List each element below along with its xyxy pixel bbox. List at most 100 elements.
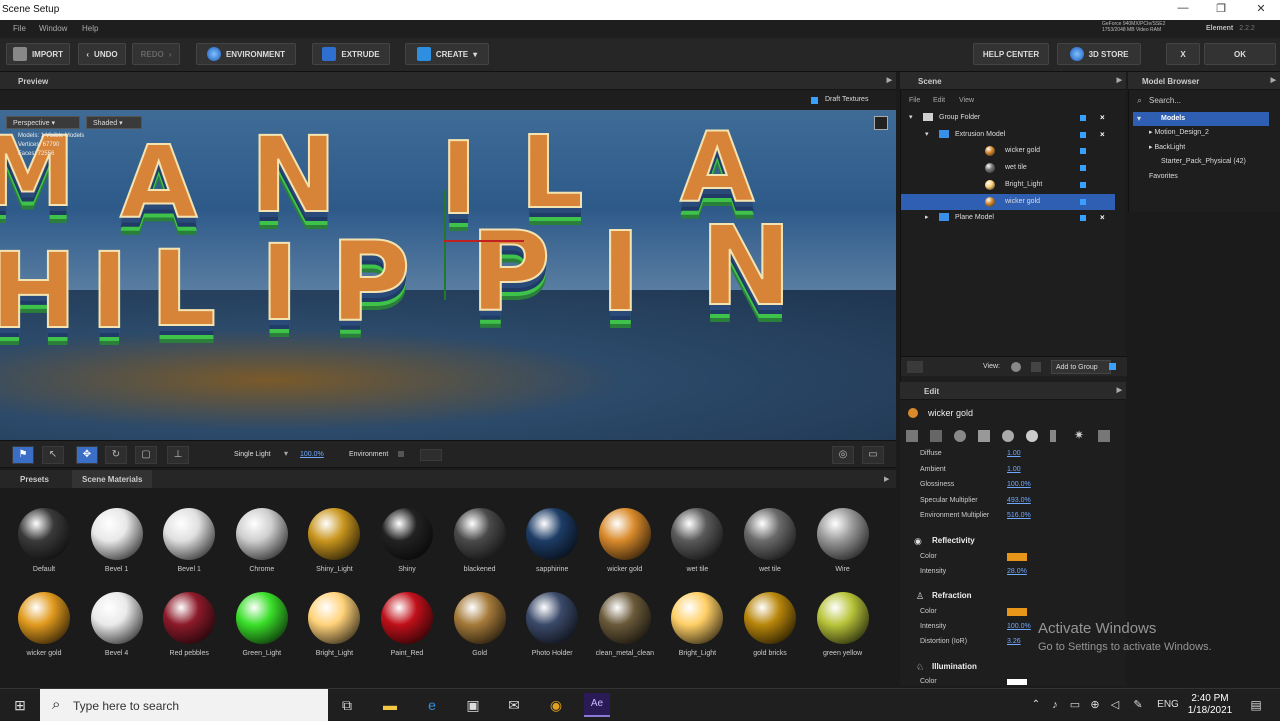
camera-dropdown[interactable]: Perspective ▾ — [6, 116, 80, 129]
mb-item-motion-design[interactable]: ▸ Motion_Design_2 — [1149, 128, 1209, 136]
material-tile[interactable]: Photo Holder — [516, 592, 588, 657]
material-tile[interactable]: wicker gold — [8, 592, 80, 657]
tree-expand-icon[interactable]: ▸ — [925, 213, 929, 221]
material-tile[interactable]: Bevel 4 — [81, 592, 153, 657]
minimize-button[interactable]: — — [1168, 2, 1198, 18]
move-tool-icon[interactable]: ✥ — [76, 446, 98, 464]
ok-button[interactable]: OK — [1204, 43, 1276, 65]
scene-tree-row[interactable]: wet tile — [901, 160, 1115, 176]
material-tile[interactable]: gold bricks — [734, 592, 806, 657]
delete-icon[interactable]: × — [1100, 130, 1105, 139]
tool-texture-icon[interactable] — [906, 430, 918, 442]
model-search-input[interactable]: Search... — [1149, 96, 1181, 105]
mail-icon[interactable]: ✉ — [506, 697, 522, 713]
gizmo-y-axis[interactable] — [444, 190, 446, 300]
models-folder-row[interactable]: ▾ Models — [1133, 112, 1269, 126]
material-tile[interactable]: blackened — [444, 508, 516, 573]
show-hidden-icons[interactable]: ⌃ — [1028, 697, 1044, 713]
pen-icon[interactable]: ✎ — [1130, 697, 1146, 713]
scale-tool-icon[interactable]: ▢ — [135, 446, 157, 464]
3d-viewport[interactable]: M A N I L A H I L I P P I N Perspective … — [0, 110, 896, 440]
render-icon[interactable]: ◎ — [832, 446, 854, 464]
network-icon[interactable]: ⊕ — [1087, 697, 1103, 713]
property-value[interactable]: 493.0% — [1007, 497, 1031, 504]
material-tile[interactable]: Gold — [444, 592, 516, 657]
mb-item-backlight[interactable]: ▸ BackLight — [1149, 143, 1185, 151]
panel-arrow-icon[interactable]: ▶ — [887, 76, 892, 84]
3d-store-button[interactable]: 3D STORE — [1057, 43, 1141, 65]
notifications-icon[interactable]: ▤ — [1248, 697, 1264, 713]
environment-button[interactable]: ENVIRONMENT — [196, 43, 296, 65]
material-tile[interactable]: Paint_Red — [371, 592, 443, 657]
material-tile[interactable]: Bright_Light — [661, 592, 733, 657]
tool-image-icon[interactable] — [978, 430, 990, 442]
panel-arrow-icon[interactable]: ▶ — [1117, 76, 1122, 84]
material-tile[interactable]: Wire — [807, 508, 879, 573]
material-tile[interactable]: Shiny_Light — [298, 508, 370, 573]
shading-dropdown[interactable]: Shaded ▾ — [86, 116, 142, 129]
visibility-toggle[interactable] — [1080, 148, 1086, 155]
scene-menu-file[interactable]: File — [909, 97, 920, 104]
import-button[interactable]: IMPORT — [6, 43, 70, 65]
add-to-group-button[interactable]: Add to Group — [1051, 360, 1111, 374]
view-sphere-icon[interactable] — [1011, 362, 1021, 372]
axis-tool-icon[interactable]: ⊥ — [167, 446, 189, 464]
reflectivity-intensity-value[interactable]: 28.0% — [1007, 568, 1027, 575]
material-tile[interactable]: wicker gold — [589, 508, 661, 573]
menu-window[interactable]: Window — [39, 24, 67, 33]
material-tile[interactable]: wet tile — [734, 508, 806, 573]
rotate-tool-icon[interactable]: ↻ — [105, 446, 127, 464]
taskbar-search[interactable]: ⌕ Type here to search — [40, 689, 328, 721]
scene-tree-row[interactable]: ▾ Extrusion Model × — [901, 127, 1115, 143]
volume-icon[interactable]: ◁ — [1107, 697, 1123, 713]
add-to-group-checkbox[interactable] — [1109, 363, 1116, 370]
select-tool-icon[interactable]: ↖ — [42, 446, 64, 464]
microphone-icon[interactable]: ♪ — [1047, 697, 1063, 713]
view-grid-icon[interactable] — [1031, 362, 1041, 372]
refraction-intensity-value[interactable]: 100.0% — [1007, 623, 1031, 630]
material-tile[interactable]: Red pebbles — [153, 592, 225, 657]
tree-expand-icon[interactable]: ▾ — [925, 130, 929, 138]
visibility-toggle[interactable] — [1080, 165, 1086, 172]
reflectivity-color-swatch[interactable] — [1007, 553, 1027, 561]
edge-icon[interactable]: e — [424, 697, 440, 713]
scene-tree-row[interactable]: Bright_Light — [901, 177, 1115, 193]
property-value[interactable]: 1.00 — [1007, 466, 1021, 473]
cancel-button[interactable]: X — [1166, 43, 1200, 65]
create-button[interactable]: CREATE ▾ — [405, 43, 489, 65]
chrome-icon[interactable]: ◉ — [548, 697, 564, 713]
property-value[interactable]: 1.00 — [1007, 450, 1021, 457]
tool-sphere-icon[interactable] — [954, 430, 966, 442]
light-percentage[interactable]: 100.0% — [300, 451, 324, 458]
panel-arrow-icon[interactable]: ▶ — [1117, 386, 1122, 394]
taskbar-search-input[interactable]: Type here to search — [73, 699, 179, 713]
scene-menu-view[interactable]: View — [959, 97, 974, 104]
environment-toggle[interactable] — [398, 451, 404, 457]
menu-file[interactable]: File — [13, 24, 26, 33]
close-window-button[interactable]: ✕ — [1246, 2, 1276, 18]
redo-button[interactable]: REDO › — [132, 43, 180, 65]
tool-clock-icon[interactable] — [1026, 430, 1038, 442]
scene-menu-edit[interactable]: Edit — [933, 97, 945, 104]
file-explorer-icon[interactable]: ▬ — [382, 697, 398, 713]
tool-ball-icon[interactable] — [1002, 430, 1014, 442]
delete-icon[interactable]: × — [1100, 213, 1105, 222]
environment-swatch[interactable] — [420, 449, 442, 461]
visibility-toggle[interactable] — [1080, 131, 1086, 138]
material-tile[interactable]: Chrome — [226, 508, 298, 573]
screen-icon[interactable]: ▭ — [862, 446, 884, 464]
refraction-color-swatch[interactable] — [1007, 608, 1027, 616]
tool-grid-icon[interactable] — [1098, 430, 1110, 442]
visibility-toggle[interactable] — [1080, 115, 1086, 121]
material-tile[interactable]: Green_Light — [226, 592, 298, 657]
light-dropdown-icon[interactable]: ▾ — [284, 449, 288, 458]
mb-item-favorites[interactable]: Favorites — [1149, 173, 1178, 180]
gizmo-x-axis[interactable] — [444, 240, 524, 242]
scene-tree-row[interactable]: ▾ Group Folder × — [901, 110, 1115, 126]
maximize-button[interactable]: ❐ — [1206, 2, 1236, 18]
illumination-color-swatch[interactable] — [1007, 679, 1027, 685]
tree-expand-icon[interactable]: ▾ — [909, 113, 913, 121]
tab-scene-materials[interactable]: Scene Materials — [72, 470, 153, 488]
material-tile[interactable]: clean_metal_clean — [589, 592, 661, 657]
store-icon[interactable]: ▣ — [465, 697, 481, 713]
